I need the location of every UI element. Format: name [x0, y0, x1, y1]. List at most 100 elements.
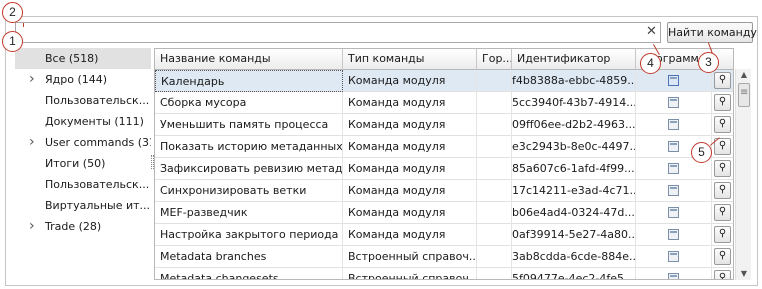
- calendar-icon: [668, 273, 679, 279]
- command-name-cell: Настройка закрытого периода: [155, 224, 343, 246]
- table-row[interactable]: Показать историю метаданных Команда модул…: [155, 136, 733, 158]
- chevron-right-icon[interactable]: ›: [29, 69, 35, 90]
- find-command-button[interactable]: Найти команду: [667, 22, 757, 43]
- key-icon[interactable]: ⚲: [714, 94, 731, 111]
- search-field[interactable]: [15, 22, 661, 43]
- column-header-type[interactable]: Тип команды: [343, 49, 477, 70]
- table-row[interactable]: Синхронизировать ветки Команда модуля 17c1…: [155, 180, 733, 202]
- scroll-up-arrow-icon[interactable]: ▲: [736, 69, 752, 81]
- tree-item[interactable]: Итоги (50): [15, 153, 151, 174]
- tree-item-label: Ядро (144): [45, 73, 108, 86]
- command-type-cell: Встроенный справоч...: [343, 246, 477, 268]
- clear-search-button[interactable]: ✕: [642, 22, 661, 43]
- callout-3: 3: [698, 52, 719, 73]
- callout-4: 4: [640, 53, 661, 74]
- key-icon[interactable]: ⚲: [714, 116, 731, 133]
- calendar-icon: [668, 185, 679, 196]
- calendar-icon: [668, 251, 679, 262]
- program-cell: [636, 114, 712, 136]
- program-cell: [636, 268, 712, 279]
- callout-1: 1: [2, 31, 23, 52]
- vertical-scrollbar[interactable]: ▲ ▼: [735, 69, 751, 280]
- program-cell: [636, 202, 712, 224]
- tree-item-label: Документы (111): [45, 115, 144, 128]
- calendar-icon: [668, 141, 679, 152]
- key-icon[interactable]: ⚲: [714, 248, 731, 265]
- action-cell: ⚲: [712, 224, 733, 246]
- command-type-cell: Команда модуля: [343, 136, 477, 158]
- calendar-icon: [668, 163, 679, 174]
- identifier-cell: 5cc3940f-43b7-4914...: [512, 92, 636, 114]
- identifier-cell: f4b8388a-ebbc-4859...: [512, 70, 636, 92]
- tree-item[interactable]: › User commands (31): [15, 132, 151, 153]
- calendar-icon: [668, 207, 679, 218]
- tree-item[interactable]: Виртуальные ит...: [15, 195, 151, 216]
- key-icon[interactable]: ⚲: [714, 72, 731, 89]
- calendar-icon: [668, 75, 679, 86]
- command-name-cell: Календарь: [155, 70, 343, 92]
- tree-item[interactable]: Документы (111): [15, 111, 151, 132]
- table-row[interactable]: Metadata changesets Встроенный справоч...…: [155, 268, 733, 279]
- command-type-cell: Команда модуля: [343, 180, 477, 202]
- hotkey-cell: [477, 268, 512, 279]
- hotkey-cell: [477, 246, 512, 268]
- program-cell: [636, 224, 712, 246]
- scroll-down-arrow-icon[interactable]: ▼: [736, 268, 752, 280]
- tree-item[interactable]: Пользовательск...: [15, 90, 151, 111]
- search-input[interactable]: [16, 23, 660, 42]
- identifier-cell: 5f09477e-4ec2-4fe5...: [512, 268, 636, 279]
- identifier-cell: 17c14211-e3ad-4c71...: [512, 180, 636, 202]
- command-type-cell: Команда модуля: [343, 224, 477, 246]
- action-cell: ⚲: [712, 114, 733, 136]
- key-icon[interactable]: ⚲: [714, 226, 731, 243]
- command-type-cell: Команда модуля: [343, 114, 477, 136]
- identifier-cell: 85a607c6-1afd-4f99...: [512, 158, 636, 180]
- table-row[interactable]: Настройка закрытого периода Команда модул…: [155, 224, 733, 246]
- action-cell: ⚲: [712, 180, 733, 202]
- key-icon[interactable]: ⚲: [714, 204, 731, 221]
- tree-item-label: Trade (28): [45, 220, 102, 233]
- column-header-name[interactable]: Название команды: [155, 49, 343, 70]
- identifier-cell: 09ff06ee-d2b2-4963...: [512, 114, 636, 136]
- table-row[interactable]: Уменьшить память процесса Команда модуля 0…: [155, 114, 733, 136]
- tree-item[interactable]: › Ядро (144): [15, 69, 151, 90]
- column-header-hotkey[interactable]: Гор...: [477, 49, 512, 70]
- hotkey-cell: [477, 70, 512, 92]
- key-icon[interactable]: ⚲: [714, 270, 731, 279]
- identifier-cell: 3ab8cdda-6cde-884e...: [512, 246, 636, 268]
- calendar-icon: [668, 97, 679, 108]
- command-type-cell: Команда модуля: [343, 158, 477, 180]
- chevron-right-icon[interactable]: ›: [29, 216, 35, 237]
- program-cell: [636, 246, 712, 268]
- chevron-right-icon[interactable]: ›: [29, 132, 35, 153]
- tree-item[interactable]: Пользовательск...: [15, 174, 151, 195]
- action-cell: ⚲: [712, 70, 733, 92]
- command-name-cell: Показать историю метаданных: [155, 136, 343, 158]
- command-type-cell: Команда модуля: [343, 202, 477, 224]
- table-row[interactable]: Сборка мусора Команда модуля 5cc3940f-43b7…: [155, 92, 733, 114]
- table-row[interactable]: Metadata branches Встроенный справоч... 3a…: [155, 246, 733, 268]
- calendar-icon: [668, 119, 679, 130]
- command-type-cell: Команда модуля: [343, 70, 477, 92]
- hotkey-cell: [477, 180, 512, 202]
- action-cell: ⚲: [712, 92, 733, 114]
- tree-item[interactable]: › Trade (28): [15, 216, 151, 237]
- callout-5: 5: [691, 142, 712, 163]
- hotkey-cell: [477, 224, 512, 246]
- command-name-cell: MEF-разведчик: [155, 202, 343, 224]
- program-cell: [636, 180, 712, 202]
- scroll-thumb[interactable]: [738, 83, 750, 107]
- hotkey-cell: [477, 92, 512, 114]
- key-icon[interactable]: ⚲: [714, 182, 731, 199]
- table-row[interactable]: Зафиксировать ревизию метад... Команда мо…: [155, 158, 733, 180]
- identifier-cell: e3c2943b-8e0c-4497...: [512, 136, 636, 158]
- table-row[interactable]: MEF-разведчик Команда модуля b06e4ad4-0324…: [155, 202, 733, 224]
- command-type-cell: Встроенный справоч...: [343, 268, 477, 279]
- action-cell: ⚲: [712, 268, 733, 279]
- category-tree: Все (518) › Ядро (144) Пользовательск... Док…: [15, 48, 151, 280]
- command-name-cell: Metadata changesets: [155, 268, 343, 279]
- tree-item[interactable]: Все (518): [15, 48, 151, 69]
- key-icon[interactable]: ⚲: [714, 160, 731, 177]
- calendar-icon: [668, 229, 679, 240]
- column-header-id[interactable]: Идентификатор: [512, 49, 636, 70]
